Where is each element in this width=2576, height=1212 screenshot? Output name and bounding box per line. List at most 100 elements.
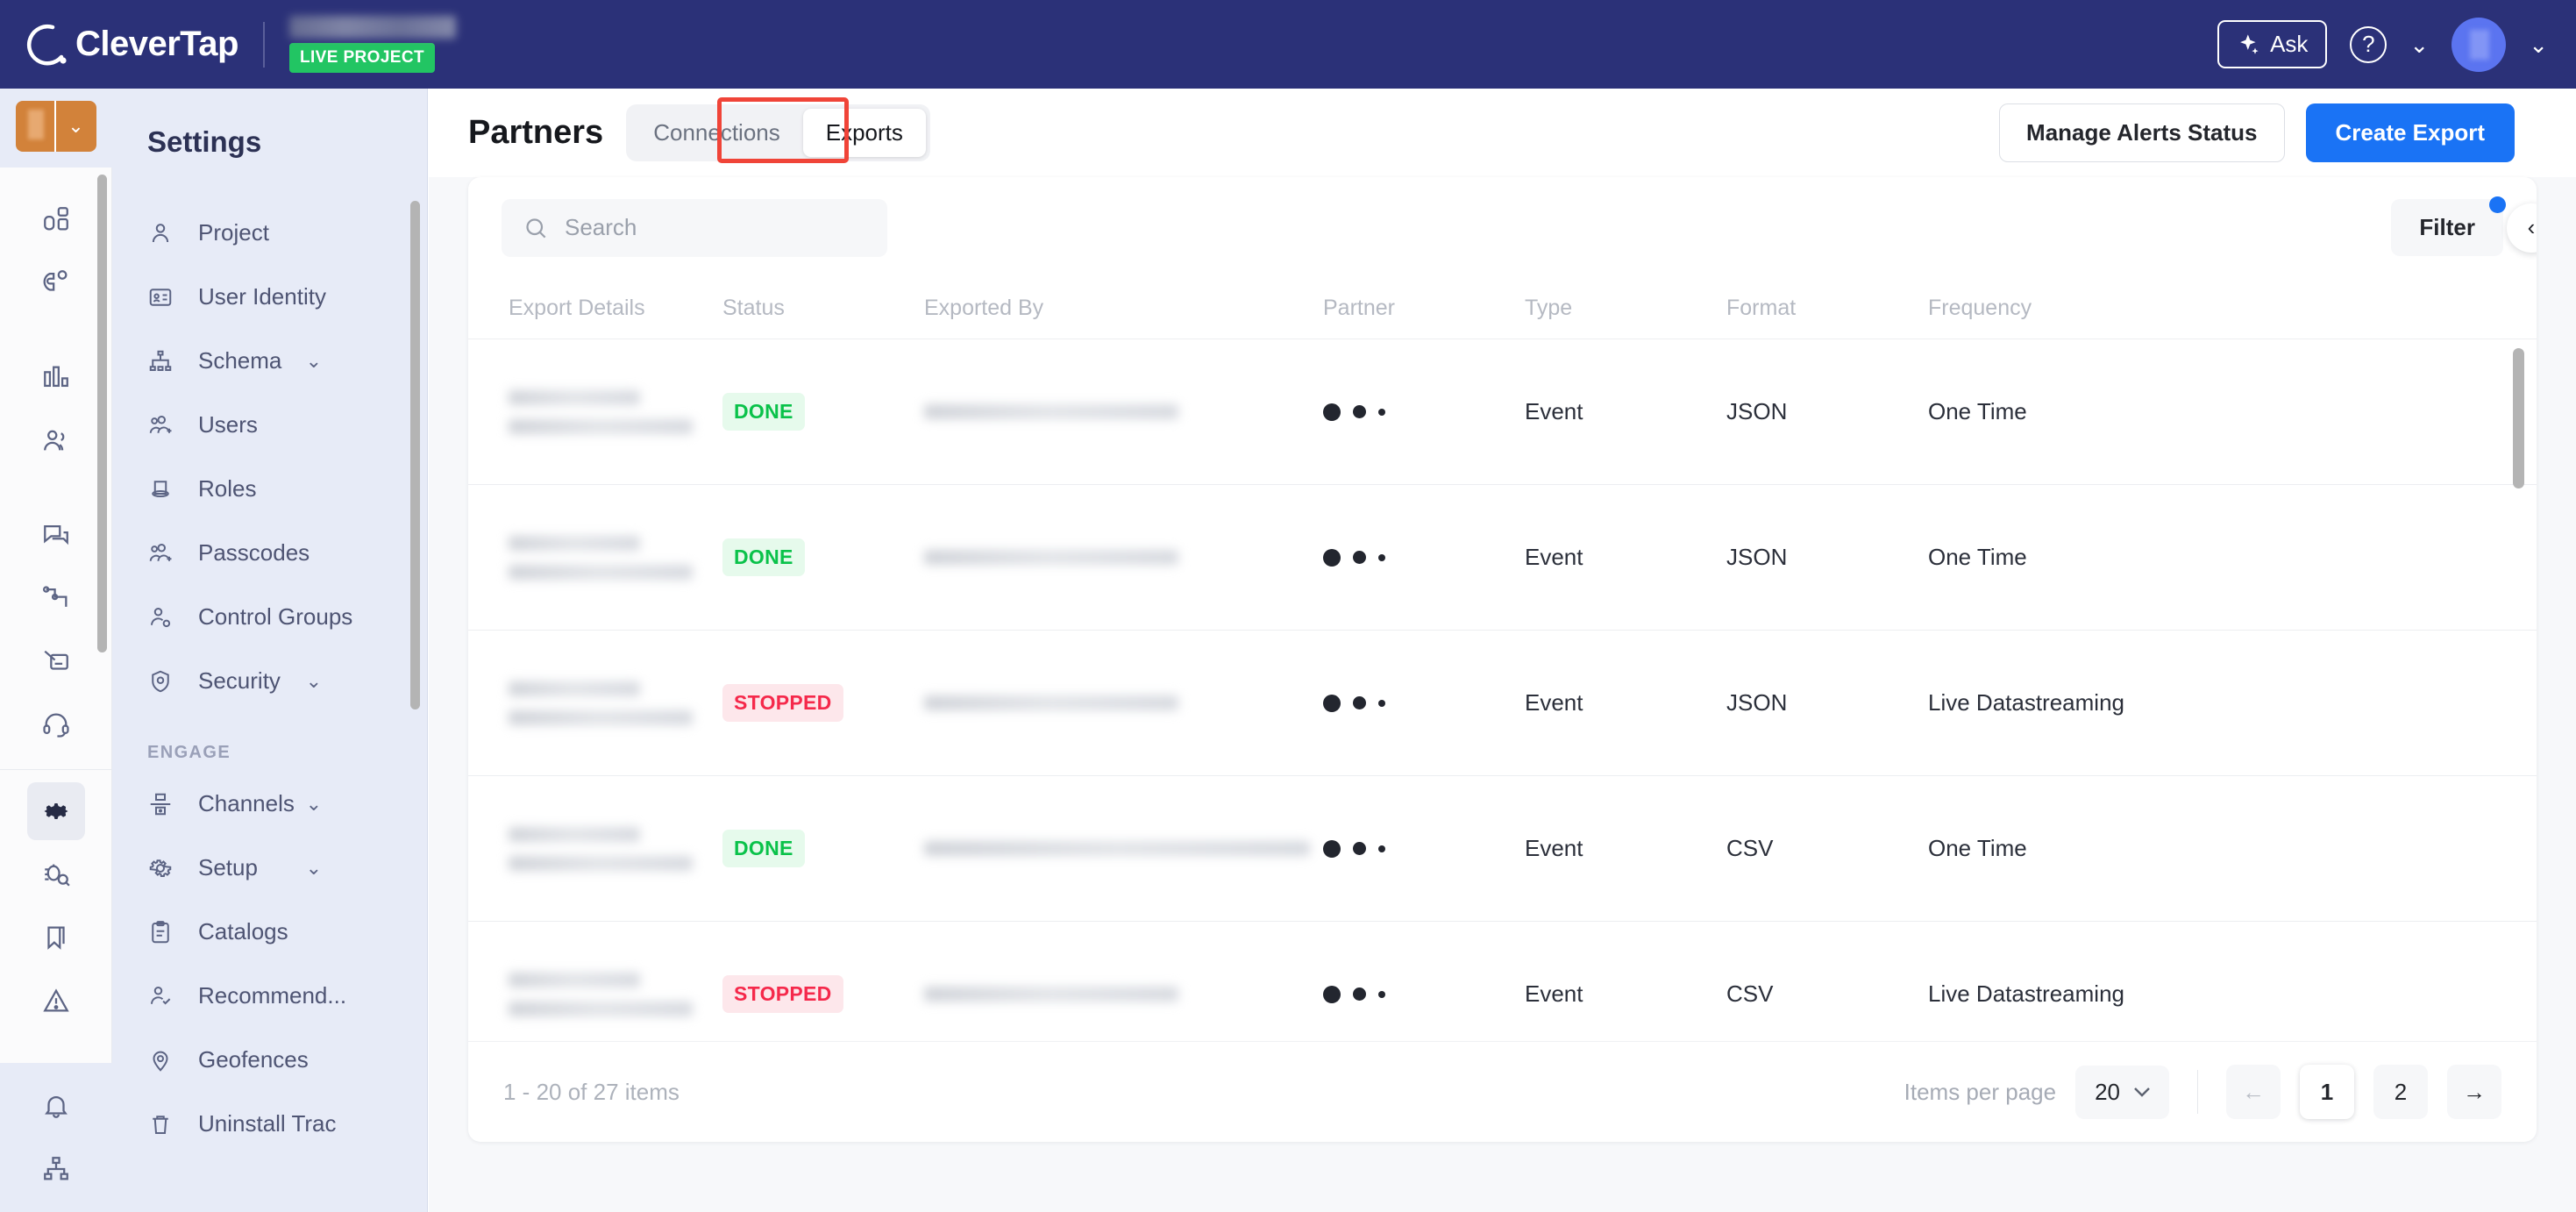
avatar[interactable] <box>2451 17 2507 72</box>
project-switch-button[interactable]: ⌄ <box>15 101 96 152</box>
sidebar-item-passcodes[interactable]: Passcodes <box>112 521 427 585</box>
help-icon[interactable]: ? <box>2350 25 2387 63</box>
sidebar-item-label: Uninstall Trac <box>198 1110 337 1137</box>
shield-lock-icon <box>147 668 184 695</box>
search-icon <box>523 215 549 241</box>
project-selector[interactable]: LIVE PROJECT <box>288 16 456 73</box>
project-name-redacted <box>288 16 456 39</box>
cell-status: STOPPED <box>722 975 924 1013</box>
users-add-icon <box>147 540 184 567</box>
next-page-button[interactable]: → <box>2447 1065 2501 1119</box>
ask-button[interactable]: Ask <box>2217 20 2328 68</box>
sidebar-item-catalogs[interactable]: Catalogs <box>112 900 427 964</box>
trash-icon <box>147 1111 184 1137</box>
sidebar-item-project[interactable]: Project <box>112 201 427 265</box>
exported-by-redacted <box>924 841 1310 856</box>
sidebar-item-uninstall-tracking[interactable]: Uninstall Trac <box>112 1092 427 1156</box>
dashboard-icon[interactable] <box>27 190 85 248</box>
table-row[interactable]: STOPPED Event JSON Live Datastreaming <box>468 631 2537 776</box>
tab-connections[interactable]: Connections <box>630 109 803 157</box>
column-header-type: Type <box>1525 296 1573 320</box>
sidebar-item-user-identity[interactable]: User Identity <box>112 265 427 329</box>
prev-page-button[interactable]: ← <box>2226 1065 2281 1119</box>
cell-partner <box>1323 839 1525 858</box>
cell-exported-by <box>924 695 1323 710</box>
cell-format: CSV <box>1726 980 1774 1007</box>
sidebar-item-control-groups[interactable]: Control Groups <box>112 585 427 649</box>
id-card-icon <box>147 284 184 310</box>
brand-logo[interactable]: CleverTap <box>26 22 238 68</box>
campaign-icon[interactable] <box>27 632 85 690</box>
sitemap-icon[interactable] <box>27 1140 85 1198</box>
cell-status: STOPPED <box>722 684 924 722</box>
manage-alerts-status-button[interactable]: Manage Alerts Status <box>1999 103 2285 162</box>
debug-icon[interactable] <box>27 845 85 903</box>
headset-icon[interactable] <box>27 695 85 753</box>
sidebar-item-recommendations[interactable]: Recommend... <box>112 964 427 1028</box>
cell-status: DONE <box>722 830 924 867</box>
settings-sidebar: Settings Project User Identity Schema ⌄ … <box>112 89 428 1212</box>
table-row[interactable]: DONE Event CSV One Time <box>468 776 2537 922</box>
chevron-down-icon <box>2134 1087 2150 1097</box>
rail-divider <box>0 769 112 770</box>
rail-footer <box>0 1063 112 1212</box>
search-input[interactable] <box>565 214 866 241</box>
items-per-page-select[interactable]: 20 <box>2075 1065 2169 1119</box>
tab-exports[interactable]: Exports <box>802 109 926 157</box>
alert-icon[interactable] <box>27 972 85 1030</box>
account-chevron-down-icon[interactable]: ⌄ <box>2529 33 2548 56</box>
status-badge: DONE <box>722 830 805 867</box>
chevron-down-icon[interactable]: ⌄ <box>306 857 322 880</box>
table-row[interactable]: DONE Event JSON One Time <box>468 485 2537 631</box>
exported-by-redacted <box>924 404 1178 419</box>
flow-icon[interactable] <box>27 569 85 627</box>
clipboard-icon <box>147 919 184 945</box>
project-chevron-down-icon[interactable]: ⌄ <box>55 101 96 152</box>
cell-frequency: Live Datastreaming <box>1928 689 2124 716</box>
sidebar-item-roles[interactable]: Roles <box>112 457 427 521</box>
cell-status: DONE <box>722 538 924 576</box>
sidebar-item-label: Catalogs <box>198 918 288 945</box>
partner-masked-dots-icon <box>1323 548 1525 567</box>
page-button-2[interactable]: 2 <box>2373 1065 2428 1119</box>
gear-icon[interactable] <box>26 782 85 840</box>
project-avatar-redacted <box>15 101 56 152</box>
header-divider <box>262 21 265 68</box>
top-bar-actions: Ask ? ⌄ ⌄ <box>2217 17 2548 72</box>
table-row[interactable]: DONE Event JSON One Time <box>468 339 2537 485</box>
status-badge: DONE <box>722 393 805 431</box>
sidebar-item-security[interactable]: Security ⌄ <box>112 649 427 713</box>
sidebar-item-channels[interactable]: Channels ⌄ <box>112 772 427 836</box>
magnet-icon[interactable] <box>27 253 85 311</box>
sidebar-item-label: Users <box>198 411 258 438</box>
partner-masked-dots-icon <box>1323 403 1525 421</box>
create-export-button[interactable]: Create Export <box>2305 103 2515 162</box>
cell-exported-by <box>924 841 1323 856</box>
chevron-left-icon[interactable]: ‹ <box>2507 203 2537 253</box>
chevron-down-icon[interactable]: ⌄ <box>306 670 322 693</box>
people-icon[interactable] <box>27 411 85 469</box>
table-scrollbar[interactable] <box>2513 348 2524 488</box>
bookmark-icon[interactable] <box>27 909 85 966</box>
page-button-1[interactable]: 1 <box>2300 1065 2354 1119</box>
messages-icon[interactable] <box>27 506 85 564</box>
sidebar-item-schema[interactable]: Schema ⌄ <box>112 329 427 393</box>
sidebar-item-label: Security <box>198 667 281 694</box>
bar-chart-icon[interactable] <box>27 348 85 406</box>
chevron-down-icon[interactable]: ⌄ <box>306 793 322 816</box>
items-per-page-value: 20 <box>2095 1078 2120 1105</box>
sidebar-item-geofences[interactable]: Geofences <box>112 1028 427 1092</box>
bell-icon[interactable] <box>27 1077 85 1135</box>
cell-export-details <box>468 826 722 871</box>
rail-scrollbar[interactable] <box>96 175 107 652</box>
help-chevron-down-icon[interactable]: ⌄ <box>2409 33 2429 56</box>
filter-button[interactable]: Filter <box>2391 196 2506 256</box>
sidebar-item-users[interactable]: Users <box>112 393 427 457</box>
cell-frequency: One Time <box>1928 398 2027 424</box>
sidebar-item-setup[interactable]: Setup ⌄ <box>112 836 427 900</box>
column-header-status: Status <box>722 296 785 320</box>
chevron-down-icon[interactable]: ⌄ <box>306 350 322 373</box>
search-box[interactable] <box>502 198 887 257</box>
table-row[interactable]: STOPPED Event CSV Live Datastreaming <box>468 922 2537 1032</box>
page-header: Partners Connections Exports Manage Aler… <box>429 89 2576 177</box>
